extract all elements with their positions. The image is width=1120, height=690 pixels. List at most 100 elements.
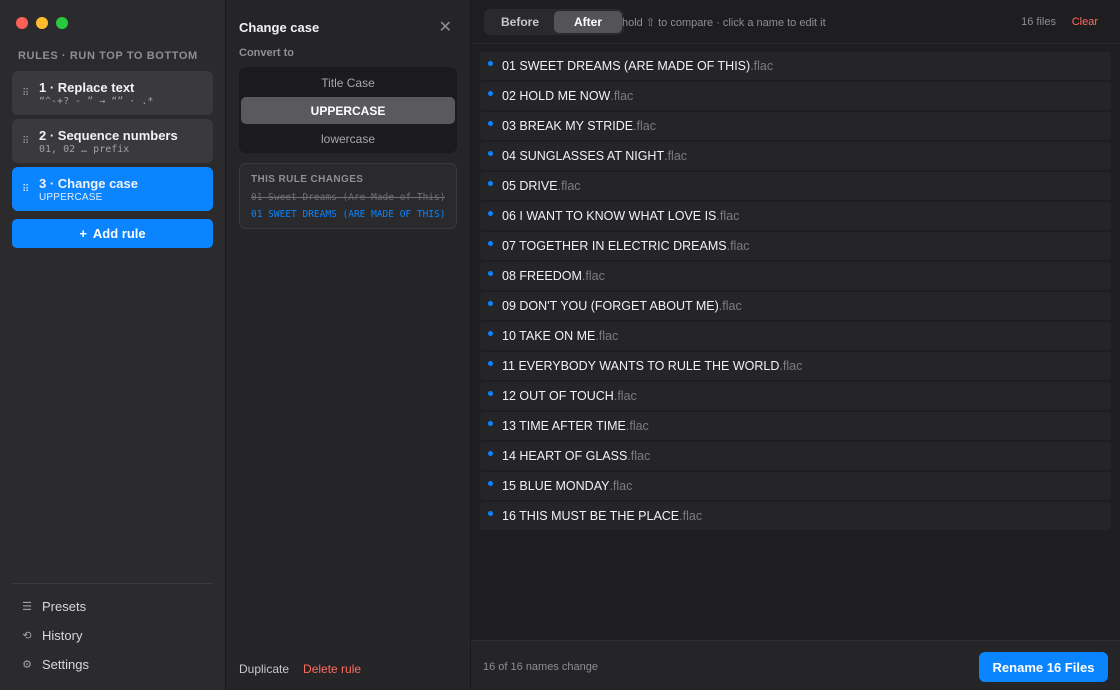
file-name[interactable]: 10 TAKE ON ME bbox=[502, 329, 595, 343]
after-button[interactable]: After bbox=[554, 11, 622, 33]
changed-indicator-icon bbox=[488, 60, 493, 66]
drag-handle-icon[interactable]: ⠿ bbox=[22, 184, 29, 195]
file-extension: .flac bbox=[750, 59, 774, 73]
file-row[interactable]: 04 SUNGLASSES AT NIGHT .flac bbox=[480, 142, 1111, 170]
file-preview-pane: Before After hold ⇧ to compare · click a… bbox=[471, 0, 1120, 690]
changed-indicator-icon bbox=[488, 510, 493, 516]
file-name[interactable]: 15 BLUE MONDAY bbox=[502, 479, 609, 493]
file-row[interactable]: 07 TOGETHER IN ELECTRIC DREAMS .flac bbox=[480, 232, 1111, 260]
file-row[interactable]: 08 FREEDOM .flac bbox=[480, 262, 1111, 290]
changed-indicator-icon bbox=[488, 180, 493, 186]
rename-files-button[interactable]: Rename 16 Files bbox=[979, 652, 1108, 682]
file-row[interactable]: 09 DON'T YOU (FORGET ABOUT ME) .flac bbox=[480, 292, 1111, 320]
rule-preview: THIS RULE CHANGES 01 Sweet Dreams (Are M… bbox=[239, 163, 457, 229]
file-row[interactable]: 03 BREAK MY STRIDE .flac bbox=[480, 112, 1111, 140]
close-icon[interactable]: ✕ bbox=[439, 17, 452, 37]
file-row[interactable]: 11 EVERYBODY WANTS TO RULE THE WORLD .fla… bbox=[480, 352, 1111, 380]
clear-button[interactable]: Clear bbox=[1072, 16, 1098, 28]
sidebar-item-presets[interactable]: ☰ Presets bbox=[22, 599, 86, 614]
add-rule-button[interactable]: + Add rule bbox=[12, 219, 213, 248]
rule-card-change-case[interactable]: ⠿ 3 · Change case UPPERCASE bbox=[12, 167, 213, 211]
window-controls bbox=[16, 17, 68, 29]
file-name[interactable]: 06 I WANT TO KNOW WHAT LOVE IS bbox=[502, 209, 716, 223]
file-name[interactable]: 11 EVERYBODY WANTS TO RULE THE WORLD bbox=[502, 359, 779, 373]
rule-card-replace-text[interactable]: ⠿ 1 · Replace text “^-+? - ” → “” · .* bbox=[12, 71, 213, 115]
rule-title: 3 · Change case bbox=[39, 176, 138, 191]
changed-indicator-icon bbox=[488, 300, 493, 306]
file-extension: .flac bbox=[625, 419, 649, 433]
file-extension: .flac bbox=[779, 359, 803, 373]
file-name[interactable]: 05 DRIVE bbox=[502, 179, 558, 193]
rule-title: 1 · Replace text bbox=[39, 80, 135, 95]
file-name[interactable]: 16 THIS MUST BE THE PLACE bbox=[502, 509, 679, 523]
preview-heading: THIS RULE CHANGES bbox=[251, 174, 364, 185]
file-row[interactable]: 01 SWEET DREAMS (ARE MADE OF THIS) .flac bbox=[480, 52, 1111, 80]
rule-subtitle: UPPERCASE bbox=[39, 192, 103, 203]
before-button[interactable]: Before bbox=[486, 11, 554, 33]
drag-handle-icon[interactable]: ⠿ bbox=[22, 136, 29, 147]
changed-indicator-icon bbox=[488, 150, 493, 156]
preview-old-name: 01 Sweet Dreams (Are Made of This) bbox=[251, 192, 445, 203]
zoom-window-button[interactable] bbox=[56, 17, 68, 29]
changed-indicator-icon bbox=[488, 450, 493, 456]
file-row[interactable]: 14 HEART OF GLASS .flac bbox=[480, 442, 1111, 470]
sidebar: RULES · RUN TOP TO BOTTOM ⠿ 1 · Replace … bbox=[0, 0, 226, 690]
file-extension: .flac bbox=[633, 119, 656, 133]
file-name[interactable]: 09 DON'T YOU (FORGET ABOUT ME) bbox=[502, 299, 719, 313]
file-extension: .flac bbox=[716, 209, 740, 223]
file-list: 01 SWEET DREAMS (ARE MADE OF THIS) .flac 0… bbox=[480, 52, 1111, 532]
preview-new-name: 01 SWEET DREAMS (ARE MADE OF THIS) bbox=[251, 209, 445, 220]
file-name[interactable]: 08 FREEDOM bbox=[502, 269, 582, 283]
file-name[interactable]: 02 HOLD ME NOW bbox=[502, 89, 610, 103]
sidebar-item-settings[interactable]: ⚙ Settings bbox=[22, 657, 89, 672]
inspector-title: Change case bbox=[239, 20, 320, 35]
file-extension: .flac bbox=[726, 239, 750, 253]
file-row[interactable]: 12 OUT OF TOUCH .flac bbox=[480, 382, 1111, 410]
file-name[interactable]: 13 TIME AFTER TIME bbox=[502, 419, 626, 433]
drag-handle-icon[interactable]: ⠿ bbox=[22, 88, 29, 99]
duplicate-button[interactable]: Duplicate bbox=[239, 662, 289, 676]
sidebar-divider bbox=[12, 583, 213, 584]
close-window-button[interactable] bbox=[16, 17, 28, 29]
changed-indicator-icon bbox=[488, 120, 493, 126]
file-row[interactable]: 15 BLUE MONDAY .flac bbox=[480, 472, 1111, 500]
case-option-group: Title Case UPPERCASE lowercase bbox=[239, 67, 457, 153]
file-name[interactable]: 14 HEART OF GLASS bbox=[502, 449, 627, 463]
toolbar: Before After hold ⇧ to compare · click a… bbox=[471, 0, 1120, 44]
inspector-footer: Duplicate Delete rule bbox=[239, 662, 361, 676]
file-row[interactable]: 06 I WANT TO KNOW WHAT LOVE IS .flac bbox=[480, 202, 1111, 230]
changed-indicator-icon bbox=[488, 390, 493, 396]
file-row[interactable]: 05 DRIVE .flac bbox=[480, 172, 1111, 200]
file-extension: .flac bbox=[557, 179, 581, 193]
file-extension: .flac bbox=[664, 149, 688, 163]
sidebar-item-label: Settings bbox=[42, 657, 89, 672]
file-count: 16 files bbox=[1021, 16, 1056, 28]
file-extension: .flac bbox=[609, 479, 633, 493]
case-option-title[interactable]: Title Case bbox=[241, 69, 455, 96]
file-name[interactable]: 01 SWEET DREAMS (ARE MADE OF THIS) bbox=[502, 59, 750, 73]
file-extension: .flac bbox=[627, 449, 651, 463]
convert-to-label: Convert to bbox=[239, 47, 294, 59]
file-name[interactable]: 12 OUT OF TOUCH bbox=[502, 389, 614, 403]
changed-indicator-icon bbox=[488, 420, 493, 426]
file-name[interactable]: 07 TOGETHER IN ELECTRIC DREAMS bbox=[502, 239, 727, 253]
file-row[interactable]: 16 THIS MUST BE THE PLACE .flac bbox=[480, 502, 1111, 530]
rule-card-sequence-numbers[interactable]: ⠿ 2 · Sequence numbers 01, 02 … prefix bbox=[12, 119, 213, 163]
case-option-uppercase[interactable]: UPPERCASE bbox=[241, 97, 455, 124]
sidebar-item-history[interactable]: ⟲ History bbox=[22, 628, 82, 643]
file-row[interactable]: 13 TIME AFTER TIME .flac bbox=[480, 412, 1111, 440]
file-name[interactable]: 04 SUNGLASSES AT NIGHT bbox=[502, 149, 664, 163]
delete-rule-button[interactable]: Delete rule bbox=[303, 662, 361, 676]
changed-indicator-icon bbox=[488, 240, 493, 246]
rule-subtitle: 01, 02 … prefix bbox=[39, 144, 130, 155]
file-row[interactable]: 02 HOLD ME NOW .flac bbox=[480, 82, 1111, 110]
case-option-lowercase[interactable]: lowercase bbox=[241, 125, 455, 152]
minimize-window-button[interactable] bbox=[36, 17, 48, 29]
list-icon: ☰ bbox=[22, 601, 32, 613]
file-name[interactable]: 03 BREAK MY STRIDE bbox=[502, 119, 633, 133]
rule-title: 2 · Sequence numbers bbox=[39, 128, 178, 143]
add-rule-label: Add rule bbox=[92, 226, 146, 241]
gear-icon: ⚙ bbox=[22, 659, 32, 671]
file-extension: .flac bbox=[610, 89, 634, 103]
file-row[interactable]: 10 TAKE ON ME .flac bbox=[480, 322, 1111, 350]
